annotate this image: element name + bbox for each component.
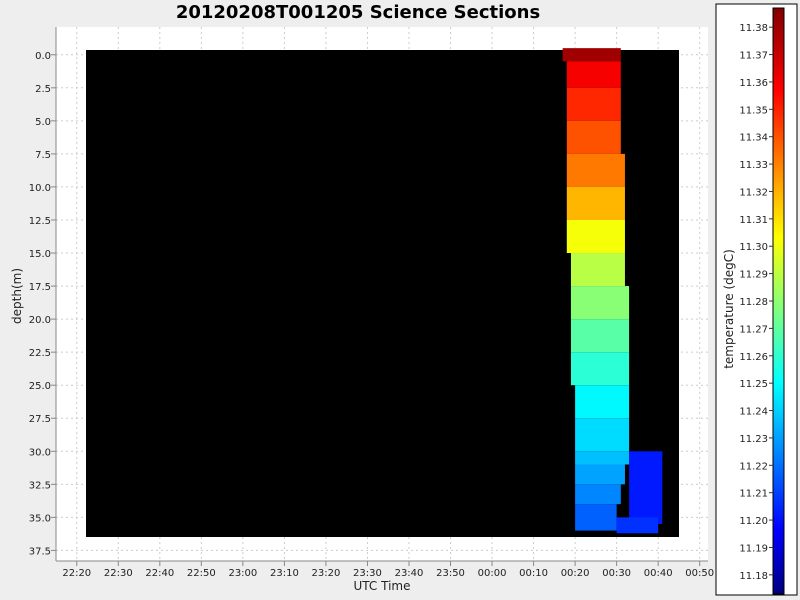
y-tick-label: 15.0 bbox=[29, 249, 51, 260]
colorbar-tick-label: 11.30 bbox=[739, 242, 768, 253]
colorbar-ticks: 11.38 11.37 11.36 11.35 11.34 11.33 11.32 11.31… bbox=[739, 23, 773, 582]
y-tick-label: 2.5 bbox=[35, 84, 51, 95]
x-tick-label: 23:30 bbox=[353, 568, 382, 579]
x-tick-label: 22:30 bbox=[104, 568, 133, 579]
x-axis-ticks: 22:20 22:30 22:40 22:50 23:00 23:10 23:20 23:30… bbox=[62, 561, 714, 579]
colorbar-tick-label: 11.21 bbox=[739, 489, 768, 500]
x-axis-label: UTC Time bbox=[354, 579, 411, 593]
colorbar-scale bbox=[772, 7, 785, 595]
heatmap-cell bbox=[566, 153, 625, 187]
colorbar-tick-label: 11.23 bbox=[739, 434, 768, 445]
heatmap-cell bbox=[566, 186, 625, 220]
y-tick-label: 5.0 bbox=[35, 117, 51, 128]
x-tick-label: 23:50 bbox=[436, 568, 465, 579]
y-tick-label: 22.5 bbox=[29, 348, 51, 359]
heatmap-cell bbox=[629, 451, 663, 524]
heatmap-cell bbox=[575, 504, 617, 531]
y-tick-label: 0.0 bbox=[35, 51, 51, 62]
x-tick-label: 22:20 bbox=[62, 568, 91, 579]
chart-title: 20120208T001205 Science Sections bbox=[176, 2, 540, 23]
colorbar-tick-label: 11.34 bbox=[739, 133, 768, 144]
y-tick-label: 12.5 bbox=[29, 216, 51, 227]
colorbar-tick-label: 11.27 bbox=[739, 324, 768, 335]
heatmap-cell bbox=[575, 418, 630, 452]
colorbar-tick-label: 11.31 bbox=[739, 215, 768, 226]
colorbar-tick-label: 11.37 bbox=[739, 51, 768, 62]
colorbar-tick-label: 11.26 bbox=[739, 352, 768, 363]
x-tick-label: 22:40 bbox=[145, 568, 174, 579]
heatmap-cell bbox=[575, 451, 630, 465]
heatmap-cell bbox=[566, 120, 621, 154]
heatmap-cell bbox=[562, 48, 621, 62]
colorbar-tick-label: 11.22 bbox=[739, 461, 768, 472]
heatmap-cell bbox=[575, 464, 625, 485]
x-tick-label: 00:50 bbox=[685, 568, 714, 579]
heatmap-cell bbox=[616, 517, 659, 534]
y-axis-ticks: 0.0 2.5 5.0 7.5 10.0 12.5 15.0 17.5 20.0 22.5 25.0… bbox=[29, 51, 56, 557]
y-tick-label: 35.0 bbox=[29, 513, 51, 524]
y-tick-label: 32.5 bbox=[29, 480, 51, 491]
y-tick-label: 37.5 bbox=[29, 546, 51, 557]
heatmap-cell bbox=[570, 319, 630, 353]
x-tick-label: 00:00 bbox=[478, 568, 507, 579]
colorbar-tick-label: 11.38 bbox=[739, 23, 768, 34]
colorbar-tick-label: 11.18 bbox=[739, 571, 768, 582]
y-tick-label: 30.0 bbox=[29, 447, 51, 458]
colorbar-tick-label: 11.19 bbox=[739, 543, 768, 554]
y-tick-label: 17.5 bbox=[29, 282, 51, 293]
y-tick-label: 20.0 bbox=[29, 315, 51, 326]
x-tick-label: 00:20 bbox=[561, 568, 590, 579]
heatmap-cell bbox=[570, 352, 630, 386]
colorbar-tick-label: 11.29 bbox=[739, 270, 768, 281]
y-tick-label: 25.0 bbox=[29, 381, 51, 392]
colorbar-tick-label: 11.24 bbox=[739, 407, 768, 418]
x-tick-label: 00:10 bbox=[519, 568, 548, 579]
y-tick-label: 10.0 bbox=[29, 183, 51, 194]
heatmap-cell bbox=[575, 385, 630, 419]
heatmap-cell bbox=[575, 484, 621, 505]
heatmap-cell bbox=[566, 219, 625, 254]
colorbar-tick-label: 11.33 bbox=[739, 160, 768, 171]
x-tick-label: 23:10 bbox=[270, 568, 299, 579]
y-axis-label: depth(m) bbox=[10, 268, 24, 324]
x-tick-label: 23:40 bbox=[395, 568, 424, 579]
x-tick-label: 00:30 bbox=[602, 568, 631, 579]
colorbar-tick-label: 11.20 bbox=[739, 516, 768, 527]
x-tick-label: 00:40 bbox=[644, 568, 673, 579]
science-section-chart: 20120208T001205 Science Sections 0.0 2.5 5… bbox=[10, 2, 798, 596]
colorbar-label: temperature (degC) bbox=[722, 249, 736, 369]
heatmap-cell bbox=[566, 61, 621, 88]
x-tick-label: 23:20 bbox=[312, 568, 341, 579]
colorbar-tick-label: 11.36 bbox=[739, 78, 768, 89]
y-tick-label: 7.5 bbox=[35, 150, 51, 161]
heatmap-cell bbox=[566, 87, 621, 121]
x-tick-label: 22:50 bbox=[187, 568, 216, 579]
heatmap-cell bbox=[570, 286, 630, 320]
colorbar-tick-label: 11.32 bbox=[739, 187, 768, 198]
heatmap-cell bbox=[570, 253, 625, 287]
y-tick-label: 27.5 bbox=[29, 414, 51, 425]
colorbar-tick-label: 11.35 bbox=[739, 105, 768, 116]
x-tick-label: 23:00 bbox=[228, 568, 257, 579]
colorbar-tick-label: 11.28 bbox=[739, 297, 768, 308]
colorbar-tick-label: 11.25 bbox=[739, 379, 768, 390]
